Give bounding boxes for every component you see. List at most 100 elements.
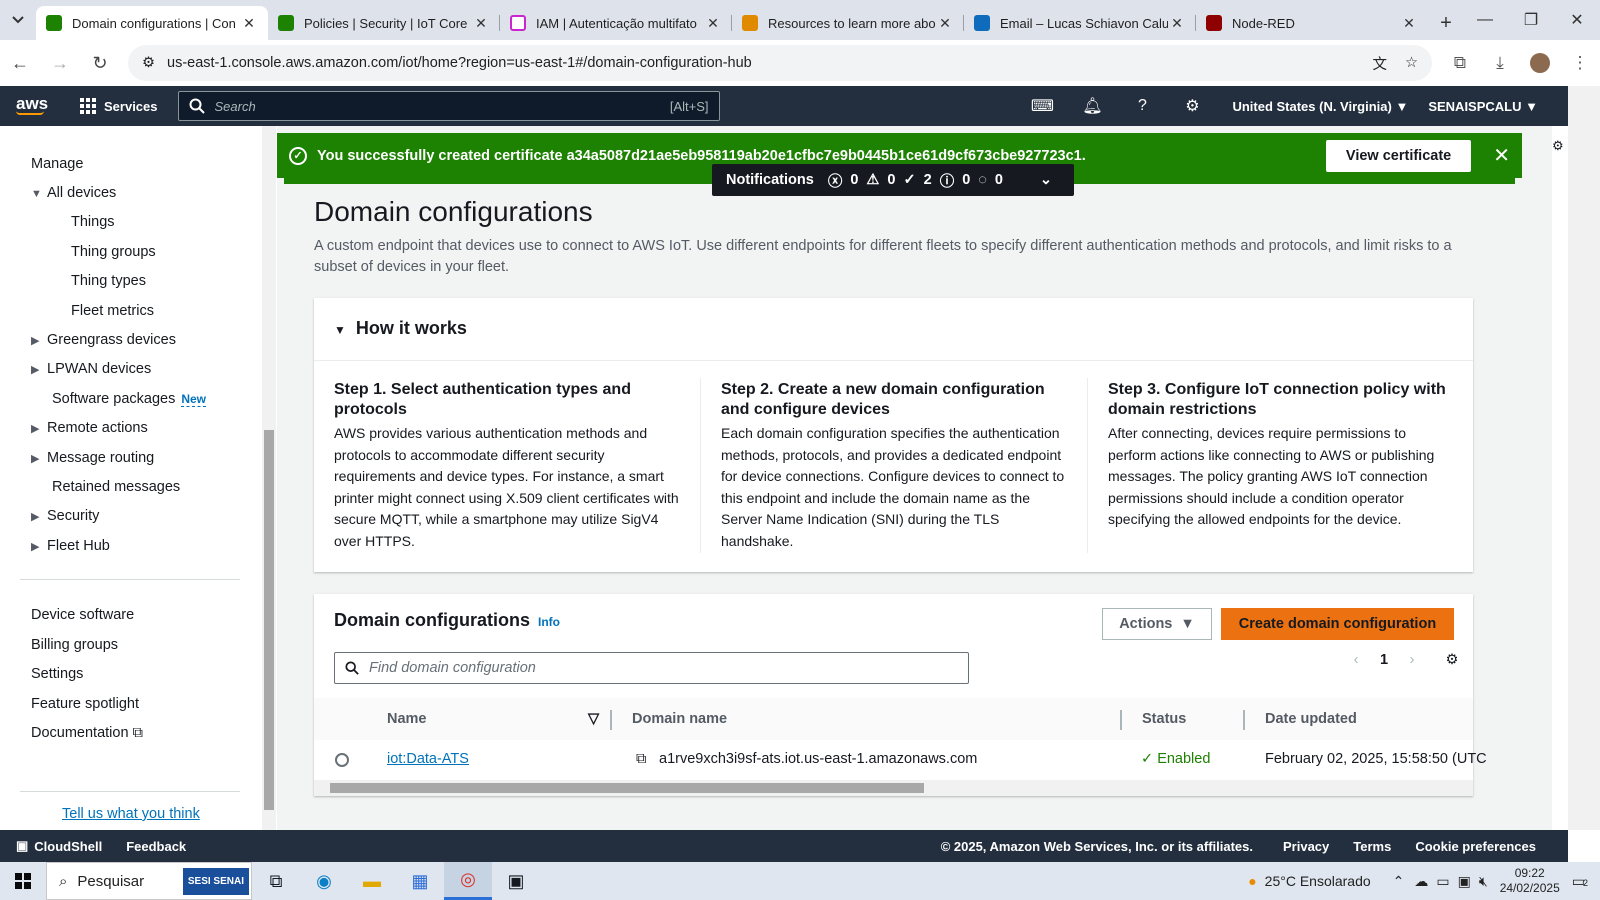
- account-menu[interactable]: SENAISPCALU ▼: [1428, 99, 1538, 114]
- edge-icon[interactable]: ◉: [300, 862, 348, 900]
- terminal-icon[interactable]: ▣: [492, 862, 540, 900]
- cloudshell-button[interactable]: ▣ CloudShell: [16, 838, 102, 854]
- site-info-icon[interactable]: ⚙: [142, 55, 155, 71]
- chevron-down-icon[interactable]: ⌄: [1040, 172, 1052, 188]
- sort-descending-icon[interactable]: ▽: [588, 711, 599, 727]
- store-icon[interactable]: ▦: [396, 862, 444, 900]
- browser-tab-node-red[interactable]: Node-RED ✕: [1196, 6, 1428, 40]
- aws-logo[interactable]: aws: [0, 95, 60, 115]
- cookie-preferences-link[interactable]: Cookie preferences: [1415, 839, 1536, 854]
- actions-dropdown-button[interactable]: Actions ▼: [1102, 608, 1212, 640]
- close-icon[interactable]: ✕: [1493, 143, 1510, 168]
- browser-tab-domain-configurations[interactable]: Domain configurations | Con ✕: [36, 6, 268, 40]
- sidebar-item-lpwan[interactable]: ▶ LPWAN devices: [31, 361, 151, 377]
- browser-tab-email[interactable]: Email – Lucas Schiavon Calu ✕: [964, 6, 1196, 40]
- sidebar-item-feature-spotlight[interactable]: Feature spotlight: [31, 696, 139, 712]
- help-icon[interactable]: ?: [1117, 97, 1167, 115]
- minimize-icon[interactable]: —: [1462, 0, 1508, 40]
- display-icon[interactable]: ▭: [1436, 873, 1449, 890]
- sidebar-item-thing-types[interactable]: Thing types: [71, 273, 146, 289]
- notifications-bar[interactable]: Notifications ⓧ 0 ⚠ 0 ✓ 2 ⓘ 0 ◌ 0 ⌄: [712, 164, 1074, 196]
- privacy-link[interactable]: Privacy: [1283, 839, 1329, 854]
- sidebar-item-security[interactable]: ▶ Security: [31, 508, 99, 524]
- profile-avatar[interactable]: [1520, 43, 1560, 83]
- page-vertical-scrollbar[interactable]: [1568, 86, 1600, 830]
- new-tab-button[interactable]: +: [1428, 6, 1464, 40]
- translate-icon[interactable]: 文: [1373, 53, 1388, 74]
- weather-text[interactable]: 25°C Ensolarado: [1265, 873, 1371, 889]
- domain-config-name-link[interactable]: iot:Data-ATS: [387, 751, 469, 767]
- col-date-header[interactable]: Date updated: [1265, 711, 1357, 727]
- table-settings-gear-icon[interactable]: ⚙: [1438, 652, 1466, 668]
- row-select-radio[interactable]: [335, 753, 349, 767]
- taskbar-search[interactable]: ⌕ Pesquisar SESI SENAI: [46, 862, 252, 900]
- sidebar-item-thing-groups[interactable]: Thing groups: [71, 244, 156, 260]
- back-arrow-icon[interactable]: ←: [0, 43, 40, 83]
- network-icon[interactable]: ▣: [1458, 873, 1471, 890]
- region-selector[interactable]: United States (N. Virginia) ▼: [1232, 99, 1408, 114]
- clock[interactable]: 09:22 24/02/2025: [1500, 866, 1560, 896]
- close-window-icon[interactable]: ✕: [1554, 0, 1600, 40]
- chevron-up-icon[interactable]: ⌃: [1393, 873, 1405, 890]
- browser-menu-icon[interactable]: ⋮: [1560, 43, 1600, 83]
- sidebar-item-settings[interactable]: Settings: [31, 666, 83, 682]
- aws-search-input[interactable]: Search [Alt+S]: [177, 91, 720, 121]
- extensions-icon[interactable]: ⧉: [1440, 43, 1480, 83]
- windows-start-icon[interactable]: [0, 862, 46, 900]
- url-text[interactable]: us-east-1.console.aws.amazon.com/iot/hom…: [167, 55, 1373, 71]
- file-explorer-icon[interactable]: ▬: [348, 862, 396, 900]
- copy-icon[interactable]: ⧉: [636, 751, 646, 767]
- bell-icon[interactable]: 🔔︎: [1067, 96, 1117, 116]
- close-tab-icon[interactable]: ✕: [1168, 15, 1186, 32]
- sidebar-item-fleet-hub[interactable]: ▶ Fleet Hub: [31, 538, 110, 554]
- sidebar-scrollbar-thumb[interactable]: [264, 430, 274, 810]
- sidebar-item-retained-messages[interactable]: Retained messages: [52, 479, 180, 495]
- find-domain-configuration-input[interactable]: Find domain configuration: [334, 652, 969, 684]
- download-icon[interactable]: ⤓: [1480, 43, 1520, 83]
- chevron-left-icon[interactable]: ‹: [1342, 652, 1370, 668]
- volume-muted-icon[interactable]: 🔇︎: [1479, 873, 1488, 890]
- tell-us-link[interactable]: Tell us what you think: [62, 806, 200, 822]
- sidebar-item-documentation[interactable]: Documentation ⧉: [31, 725, 143, 741]
- services-menu-button[interactable]: Services: [80, 98, 158, 114]
- page-number[interactable]: 1: [1370, 652, 1398, 668]
- col-status-header[interactable]: Status: [1142, 711, 1186, 727]
- help-panel-icon[interactable]: ⚙: [1552, 138, 1568, 154]
- col-name-header[interactable]: Name: [387, 711, 427, 727]
- forward-arrow-icon[interactable]: →: [40, 43, 80, 83]
- table-horizontal-scrollbar[interactable]: [314, 780, 1473, 796]
- bookmark-star-icon[interactable]: ☆: [1405, 55, 1418, 71]
- cloudshell-icon[interactable]: ⌨: [1017, 96, 1067, 116]
- address-bar[interactable]: ⚙ us-east-1.console.aws.amazon.com/iot/h…: [128, 45, 1432, 81]
- cloud-icon[interactable]: ☁: [1414, 873, 1428, 890]
- close-tab-icon[interactable]: ✕: [704, 15, 722, 32]
- sidebar-item-greengrass[interactable]: ▶ Greengrass devices: [31, 332, 176, 348]
- close-tab-icon[interactable]: ✕: [240, 15, 258, 32]
- close-tab-icon[interactable]: ✕: [1400, 15, 1418, 32]
- close-tab-icon[interactable]: ✕: [472, 15, 490, 32]
- reload-icon[interactable]: ↻: [80, 43, 120, 83]
- tab-search-button[interactable]: [0, 0, 36, 40]
- chevron-right-icon[interactable]: ›: [1398, 652, 1426, 668]
- gear-icon[interactable]: ⚙: [1167, 96, 1217, 116]
- sidebar-item-device-software[interactable]: Device software: [31, 607, 134, 623]
- chrome-icon[interactable]: ◎: [444, 862, 492, 900]
- sidebar-item-remote-actions[interactable]: ▶ Remote actions: [31, 420, 148, 436]
- sidebar-item-all-devices[interactable]: ▼ All devices: [31, 185, 116, 201]
- sidebar-item-things[interactable]: Things: [71, 214, 115, 230]
- sidebar-item-fleet-metrics[interactable]: Fleet metrics: [71, 303, 154, 319]
- create-domain-configuration-button[interactable]: Create domain configuration: [1221, 608, 1454, 640]
- weather-icon[interactable]: ●: [1248, 873, 1256, 889]
- browser-tab-policies[interactable]: Policies | Security | IoT Core | ✕: [268, 6, 500, 40]
- browser-tab-resources[interactable]: Resources to learn more abo ✕: [732, 6, 964, 40]
- task-view-icon[interactable]: ⧉: [252, 862, 300, 900]
- sesi-senai-badge[interactable]: SESI SENAI: [182, 867, 249, 895]
- how-it-works-toggle[interactable]: ▼ How it works: [334, 318, 467, 339]
- info-link[interactable]: Info: [538, 615, 560, 629]
- feedback-button[interactable]: Feedback: [126, 839, 186, 854]
- sidebar-item-billing-groups[interactable]: Billing groups: [31, 637, 118, 653]
- restore-icon[interactable]: ❐: [1508, 0, 1554, 40]
- sidebar-item-message-routing[interactable]: ▶ Message routing: [31, 450, 154, 466]
- sidebar-item-software-packages[interactable]: Software packages New: [52, 391, 207, 407]
- browser-tab-iam[interactable]: IAM | Autenticação multifato ✕: [500, 6, 732, 40]
